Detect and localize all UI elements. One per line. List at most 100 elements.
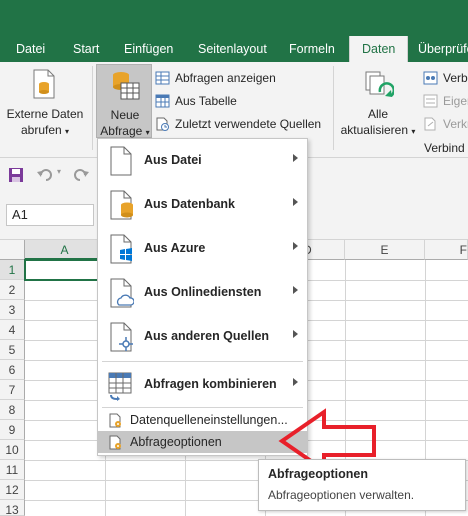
submenu-arrow-icon [293, 198, 298, 206]
undo-dropdown-icon[interactable]: ▾ [57, 167, 61, 176]
connections-icon [423, 71, 438, 85]
new-query-menu: Aus Datei Aus Datenbank Aus Azure Aus On… [97, 138, 308, 456]
menu-label: Abfrageoptionen [130, 435, 222, 449]
tooltip-title: Abfrageoptionen [268, 467, 368, 481]
new-query-button[interactable]: Neue Abfrage ▾ [96, 64, 152, 138]
undo-icon[interactable] [36, 167, 56, 183]
menu-separator [102, 361, 303, 362]
selected-cell-a1[interactable] [24, 259, 106, 281]
tab-formeln[interactable]: Formeln [289, 36, 335, 62]
row-header-11[interactable]: 11 [0, 460, 25, 480]
menu-item-combine-queries[interactable]: Abfragen kombinieren [98, 363, 307, 407]
cloud-icon [110, 278, 134, 308]
row-header-5[interactable]: 5 [0, 340, 25, 360]
ribbon-separator [92, 66, 93, 150]
row-header-10[interactable]: 10 [0, 440, 25, 460]
table-icon [155, 94, 170, 108]
tab-einfuegen[interactable]: Einfügen [124, 36, 173, 62]
refresh-all-label-2: aktualisieren ▾ [340, 123, 416, 137]
other-sources-icon [110, 322, 133, 352]
edit-links-label: Verkn [443, 117, 468, 131]
tab-datei[interactable]: Datei [16, 36, 45, 62]
menu-separator [102, 407, 303, 408]
submenu-arrow-icon [293, 378, 298, 386]
group-label-connections: Verbind [424, 141, 465, 155]
row-header-8[interactable]: 8 [0, 400, 25, 420]
select-all-corner[interactable] [0, 240, 25, 260]
row-header-4[interactable]: 4 [0, 320, 25, 340]
save-icon[interactable] [8, 167, 24, 183]
azure-icon [110, 234, 132, 264]
submenu-arrow-icon [293, 286, 298, 294]
row-header-9[interactable]: 9 [0, 420, 25, 440]
from-table-label: Aus Tabelle [175, 94, 237, 108]
refresh-all-label-1: Alle [367, 107, 388, 121]
combine-queries-icon [108, 372, 132, 401]
menu-item-from-database[interactable]: Aus Datenbank [98, 183, 307, 227]
show-queries-icon [155, 71, 170, 85]
menu-label: Aus Azure [144, 241, 206, 255]
row-header-7[interactable]: 7 [0, 380, 25, 400]
tooltip-description: Abfrageoptionen verwalten. [268, 488, 415, 502]
new-query-label-1: Neue [110, 108, 140, 122]
external-data-icon [33, 69, 55, 99]
edit-links-icon [424, 117, 436, 131]
query-options-icon [109, 435, 121, 450]
connections-button[interactable]: Verbi [423, 68, 468, 88]
menu-label: Abfragen kombinieren [144, 377, 277, 391]
data-source-settings-icon [109, 413, 121, 428]
row-header-3[interactable]: 3 [0, 300, 25, 320]
ribbon-tab-bar: Datei Start Einfügen Seitenlayout Formel… [0, 36, 468, 62]
connections-label: Verbi [443, 71, 468, 85]
external-data-label-2: abrufen ▾ [20, 123, 70, 137]
tab-seitenlayout[interactable]: Seitenlayout [198, 36, 267, 62]
recent-sources-icon [156, 117, 169, 131]
menu-label: Aus Onlinediensten [144, 285, 262, 299]
properties-button[interactable]: Eiger [423, 91, 468, 111]
new-query-icon [113, 72, 140, 100]
tooltip: Abfrageoptionen Abfrageoptionen verwalte… [258, 459, 466, 511]
column-header-f[interactable]: F [425, 240, 468, 260]
menu-label: Datenquelleneinstellungen... [130, 413, 288, 427]
recent-sources-button[interactable]: Zuletzt verwendete Quellen [155, 114, 321, 134]
properties-label: Eiger [443, 94, 468, 108]
row-header-12[interactable]: 12 [0, 480, 25, 500]
external-data-label-1: Externe Daten [6, 107, 84, 121]
menu-item-from-file[interactable]: Aus Datei [98, 139, 307, 183]
menu-label: Aus anderen Quellen [144, 329, 270, 343]
title-bar [0, 0, 468, 36]
redo-icon[interactable] [70, 167, 90, 183]
name-box[interactable]: A1 [6, 204, 94, 226]
show-queries-button[interactable]: Abfragen anzeigen [155, 68, 276, 88]
column-header-a[interactable]: A [25, 240, 105, 260]
external-data-button[interactable]: Externe Daten abrufen ▾ [0, 64, 90, 138]
show-queries-label: Abfragen anzeigen [175, 71, 276, 85]
row-header-13[interactable]: 13 [0, 500, 25, 516]
menu-item-from-azure[interactable]: Aus Azure [98, 227, 307, 271]
menu-item-from-online-services[interactable]: Aus Onlinediensten [98, 271, 307, 315]
database-icon [110, 190, 133, 220]
properties-icon [423, 94, 438, 108]
tab-daten[interactable]: Daten [349, 36, 409, 62]
menu-item-data-source-settings[interactable]: Datenquelleneinstellungen... [98, 409, 307, 431]
menu-label: Aus Datei [144, 153, 202, 167]
recent-sources-label: Zuletzt verwendete Quellen [175, 117, 322, 131]
tab-ueberpruefen[interactable]: Überprüfen [418, 36, 468, 62]
refresh-all-button[interactable]: Alle aktualisieren ▾ [338, 64, 418, 138]
refresh-all-icon [365, 71, 394, 98]
from-table-button[interactable]: Aus Tabelle [155, 91, 237, 111]
file-icon [110, 146, 132, 176]
submenu-arrow-icon [293, 330, 298, 338]
row-header-2[interactable]: 2 [0, 280, 25, 300]
ribbon-separator [333, 66, 334, 150]
column-header-e[interactable]: E [345, 240, 425, 260]
submenu-arrow-icon [293, 242, 298, 250]
menu-label: Aus Datenbank [144, 197, 235, 211]
row-header-6[interactable]: 6 [0, 360, 25, 380]
tab-start[interactable]: Start [73, 36, 99, 62]
row-header-1[interactable]: 1 [0, 260, 25, 280]
submenu-arrow-icon [293, 154, 298, 162]
menu-item-query-options[interactable]: Abfrageoptionen [98, 431, 307, 453]
edit-links-button[interactable]: Verkn [423, 114, 468, 134]
menu-item-from-other-sources[interactable]: Aus anderen Quellen [98, 315, 307, 359]
